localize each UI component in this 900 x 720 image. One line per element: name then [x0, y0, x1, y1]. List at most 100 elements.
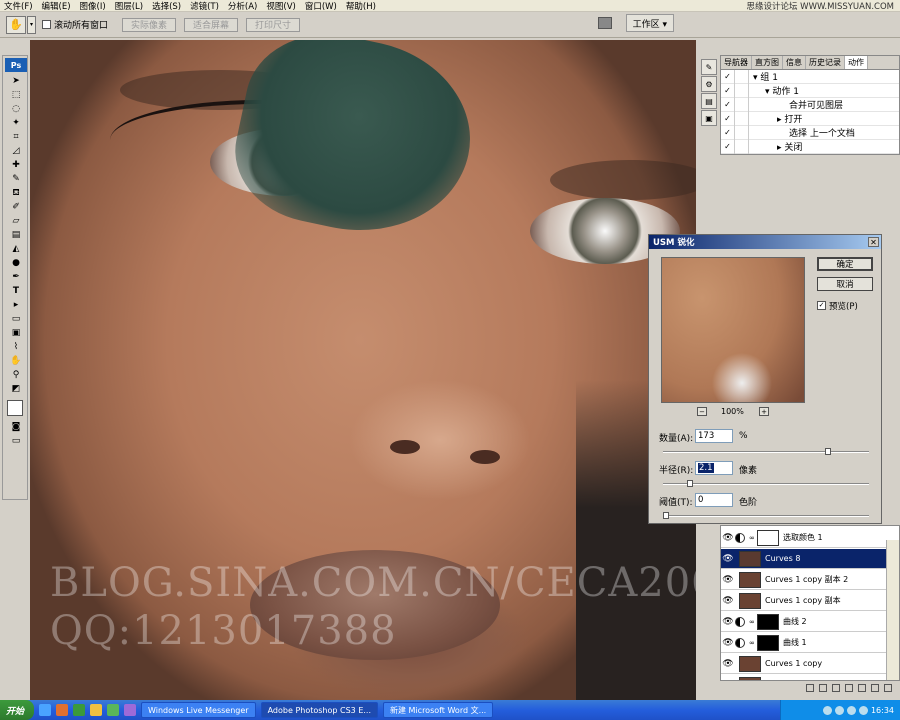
marquee-tool-icon[interactable]: ⬚	[5, 88, 27, 102]
screen-mode-icon[interactable]: ▭	[5, 434, 27, 448]
eye-icon[interactable]: 👁	[721, 638, 735, 648]
amount-slider-knob[interactable]	[825, 448, 831, 455]
eye-icon[interactable]: 👁	[721, 533, 735, 543]
dialog-toggle[interactable]	[735, 111, 749, 126]
dialog-toggle[interactable]	[735, 97, 749, 112]
toggle-check-icon[interactable]: ✓	[721, 83, 735, 98]
tab-navigator[interactable]: 导航器	[721, 56, 752, 69]
action-row[interactable]: ✓ ▸ 打开	[721, 111, 899, 126]
chain-icon[interactable]: ∞	[749, 534, 755, 542]
layer-comps-icon[interactable]: ▤	[701, 93, 717, 109]
layer-style-icon[interactable]	[819, 684, 827, 692]
gradient-tool-icon[interactable]: ▤	[5, 228, 27, 242]
cancel-button[interactable]: 取消	[817, 277, 873, 291]
messenger-quick-icon[interactable]	[107, 704, 120, 716]
preview-checkbox[interactable]: ✓	[817, 301, 826, 310]
action-row[interactable]: ✓ 合并可见图层	[721, 97, 899, 112]
eye-icon[interactable]: 👁	[721, 659, 735, 669]
media-icon[interactable]	[73, 704, 86, 716]
panel-icon[interactable]: ▣	[701, 110, 717, 126]
eraser-tool-icon[interactable]: ▱	[5, 214, 27, 228]
radius-slider-knob[interactable]	[687, 480, 693, 487]
menu-select[interactable]: 选择(S)	[152, 0, 181, 12]
desktop-icon[interactable]	[56, 704, 69, 716]
threshold-input[interactable]: 0	[695, 493, 733, 507]
task-word[interactable]: 新建 Microsoft Word 文...	[383, 702, 494, 718]
tab-history[interactable]: 历史记录	[806, 56, 845, 69]
action-row[interactable]: ✓ ▸ 关闭	[721, 139, 899, 154]
tab-actions[interactable]: 动作	[845, 56, 868, 69]
tool-preset-icon[interactable]: ⚙	[701, 76, 717, 92]
move-tool-icon[interactable]: ➤	[5, 74, 27, 88]
dialog-toggle[interactable]	[735, 69, 749, 84]
zoom-out-button[interactable]: −	[697, 407, 707, 416]
adjustment-layer-icon[interactable]	[845, 684, 853, 692]
hand-tool-icon[interactable]: ✋	[5, 354, 27, 368]
shape-tool-icon[interactable]: ▭	[5, 312, 27, 326]
trash-icon[interactable]	[884, 684, 892, 692]
menu-window[interactable]: 窗口(W)	[305, 0, 337, 12]
ok-button[interactable]: 确定	[817, 257, 873, 271]
link-layers-icon[interactable]	[806, 684, 814, 692]
layer-row[interactable]: 👁 Curves 1 copy	[721, 654, 887, 674]
dialog-toggle[interactable]	[735, 125, 749, 140]
layer-row[interactable]: 👁 ∞ 曲线 2	[721, 612, 887, 632]
new-layer-icon[interactable]	[871, 684, 879, 692]
chain-icon[interactable]: ∞	[749, 618, 755, 626]
toggle-check-icon[interactable]: ✓	[721, 97, 735, 112]
action-row[interactable]: ✓ ▾ 组 1	[721, 69, 899, 84]
print-size-button[interactable]: 打印尺寸	[246, 17, 301, 32]
eye-icon[interactable]: 👁	[721, 575, 735, 585]
app-quick-icon[interactable]	[124, 704, 137, 716]
amount-input[interactable]: 173	[695, 429, 733, 443]
tab-info[interactable]: 信息	[783, 56, 806, 69]
type-tool-icon[interactable]: T	[5, 284, 27, 298]
eye-icon[interactable]: 👁	[721, 596, 735, 606]
eye-icon[interactable]: 👁	[721, 617, 735, 627]
layers-scrollbar[interactable]	[886, 540, 899, 680]
slice-tool-icon[interactable]: ◿	[5, 144, 27, 158]
layer-row[interactable]: 👁 ∞ 曲线 1	[721, 633, 887, 653]
sharpen-preview[interactable]	[661, 257, 805, 403]
tab-histogram[interactable]: 直方图	[752, 56, 783, 69]
action-row[interactable]: ✓ 选择 上一个文档	[721, 125, 899, 140]
color-swatches-icon[interactable]: ◩	[5, 382, 27, 396]
new-group-icon[interactable]	[858, 684, 866, 692]
tray-icon[interactable]	[846, 705, 856, 715]
notes-tool-icon[interactable]: ▣	[5, 326, 27, 340]
threshold-slider[interactable]	[663, 512, 869, 519]
palette-well-icon[interactable]	[597, 17, 612, 29]
fit-screen-button[interactable]: 适合屏幕	[184, 17, 239, 32]
menu-layer[interactable]: 图层(L)	[115, 0, 143, 12]
workspace-button[interactable]: 工作区 ▾	[625, 14, 674, 32]
menu-file[interactable]: 文件(F)	[4, 0, 33, 12]
close-icon[interactable]: ✕	[868, 237, 879, 247]
amount-slider[interactable]	[663, 448, 869, 455]
dialog-toggle[interactable]	[735, 139, 749, 154]
ie-icon[interactable]	[39, 704, 52, 716]
layer-row[interactable]: 👁 Curves 8	[721, 549, 887, 569]
dodge-tool-icon[interactable]: ●	[5, 256, 27, 270]
layer-mask-icon[interactable]	[832, 684, 840, 692]
threshold-slider-knob[interactable]	[663, 512, 669, 519]
menu-image[interactable]: 图像(I)	[80, 0, 106, 12]
radius-slider[interactable]	[663, 480, 869, 487]
crop-tool-icon[interactable]: ⌗	[5, 130, 27, 144]
clone-stamp-icon[interactable]: ⛾	[5, 186, 27, 200]
document-canvas[interactable]: BLOG.SINA.COM.CN/CECA2002 QQ:1213017388	[30, 40, 696, 700]
radius-input[interactable]: 2.1	[695, 461, 733, 475]
toggle-check-icon[interactable]: ✓	[721, 125, 735, 140]
menu-edit[interactable]: 编辑(E)	[42, 0, 71, 12]
chain-icon[interactable]: ∞	[749, 639, 755, 647]
layer-row[interactable]: 👁 Curves 1 copy 副本 2	[721, 570, 887, 590]
task-messenger[interactable]: Windows Live Messenger	[141, 702, 256, 718]
brush-tool-icon[interactable]: ✎	[5, 172, 27, 186]
history-brush-icon[interactable]: ✐	[5, 200, 27, 214]
pen-tool-icon[interactable]: ✒	[5, 270, 27, 284]
zoom-tool-icon[interactable]: ⚲	[5, 368, 27, 382]
blur-tool-icon[interactable]: ◭	[5, 242, 27, 256]
scroll-all-checkbox[interactable]	[42, 20, 51, 29]
path-select-icon[interactable]: ▸	[5, 298, 27, 312]
brush-preset-icon[interactable]: ✎	[701, 59, 717, 75]
chevron-down-icon[interactable]: ▾	[27, 15, 36, 34]
